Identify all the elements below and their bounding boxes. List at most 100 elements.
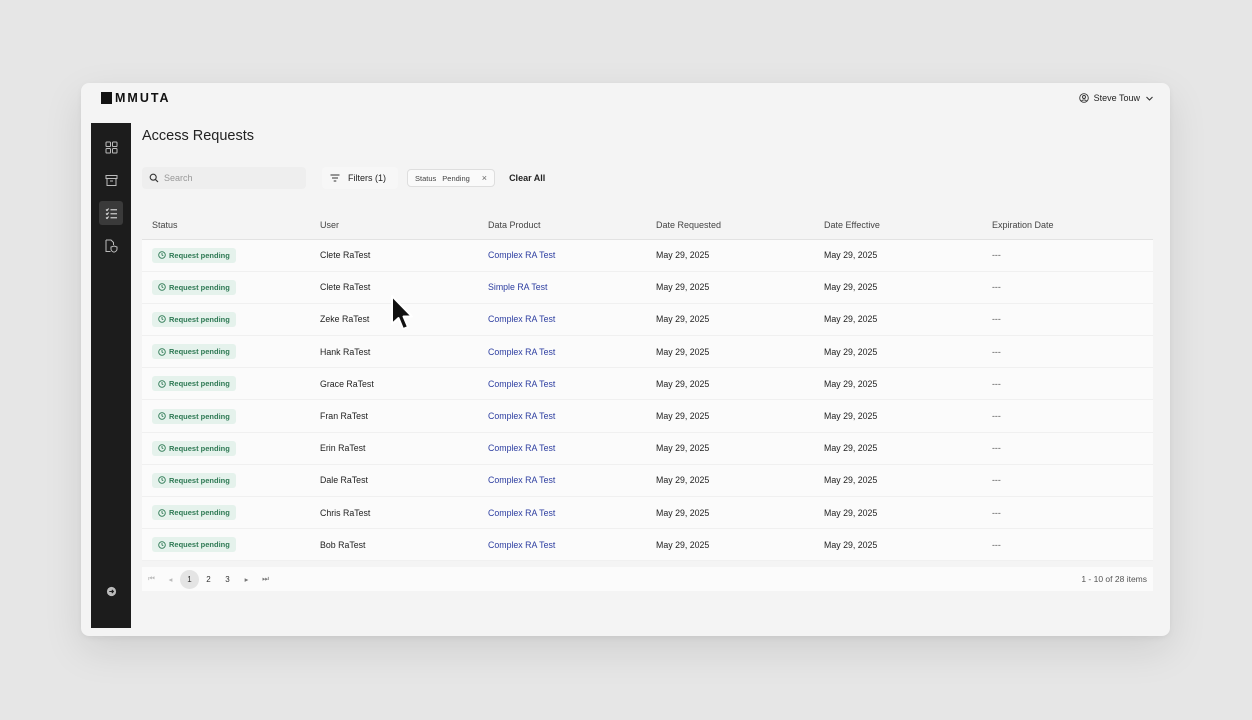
table-header-row: Status User Data Product Date Requested … [142,211,1153,240]
sidebar-item-policies[interactable] [99,234,123,258]
clear-all-button[interactable]: Clear All [509,173,545,183]
data-product-link[interactable]: Complex RA Test [488,314,555,324]
column-header-date-effective[interactable]: Date Effective [814,211,982,240]
status-badge-label: Request pending [169,314,230,324]
column-header-data-product[interactable]: Data Product [478,211,646,240]
checklist-icon [105,207,117,219]
data-product-link[interactable]: Complex RA Test [488,411,555,421]
user-menu[interactable]: Steve Touw [1078,93,1154,103]
expiration-date-cell: --- [982,303,1153,337]
prev-page-button[interactable]: ◂ [161,575,180,584]
table-row[interactable]: Request pending Zeke RaTest Complex RA Tes… [142,303,1153,337]
status-badge: Request pending [152,537,236,553]
status-badge-label: Request pending [169,250,230,260]
expiration-date-cell: --- [982,432,1153,465]
sidebar [91,123,131,628]
table-row[interactable]: Request pending Bob RaTest Complex RA Test… [142,528,1153,562]
status-cell: Request pending [142,528,310,562]
search-input[interactable] [164,173,294,183]
data-product-link[interactable]: Complex RA Test [488,379,555,389]
status-badge-label: Request pending [169,443,230,453]
page-3-button[interactable]: 3 [218,570,237,589]
chip-remove-icon[interactable]: × [482,173,487,183]
date-effective-cell: May 29, 2025 [814,464,982,498]
table-row[interactable]: Request pending Chris RaTest Complex RA Te… [142,496,1153,530]
table-row[interactable]: Request pending Dale RaTest Complex RA Tes… [142,464,1153,498]
status-cell: Request pending [142,303,310,337]
date-effective-cell: May 29, 2025 [814,239,982,272]
status-cell: Request pending [142,367,310,401]
date-requested-cell: May 29, 2025 [646,303,814,337]
user-cell: Clete RaTest [310,239,478,272]
data-product-link[interactable]: Simple RA Test [488,282,548,292]
clock-icon [158,315,166,324]
data-product-cell: Complex RA Test [478,239,646,272]
filters-button[interactable]: Filters (1) [322,167,398,189]
column-header-date-requested[interactable]: Date Requested [646,211,814,240]
page-1-button[interactable]: 1 [180,569,199,589]
data-product-link[interactable]: Complex RA Test [488,475,555,485]
immuta-logo[interactable]: MMUTA [101,91,171,105]
sidebar-item-archive[interactable] [99,168,123,192]
status-badge-label: Request pending [169,540,230,550]
status-badge: Request pending [152,408,236,424]
data-product-link[interactable]: Complex RA Test [488,443,555,453]
column-header-expiration-date[interactable]: Expiration Date [982,211,1153,240]
filter-toolbar: Filters (1) Status Pending × Clear All [142,166,545,190]
date-effective-cell: May 29, 2025 [814,528,982,562]
status-badge-label: Request pending [169,508,230,518]
next-page-button[interactable]: ▸ [237,575,256,584]
user-cell: Dale RaTest [310,464,478,498]
date-effective-cell: May 29, 2025 [814,399,982,433]
data-product-link[interactable]: Complex RA Test [488,508,555,518]
top-bar: MMUTA Steve Touw [81,83,1170,113]
sidebar-item-access-requests[interactable] [99,201,123,225]
data-product-link[interactable]: Complex RA Test [488,540,555,550]
user-cell: Hank RaTest [310,335,478,369]
date-requested-cell: May 29, 2025 [646,335,814,369]
page-2-button[interactable]: 2 [199,570,218,589]
table-row[interactable]: Request pending Erin RaTest Complex RA Tes… [142,432,1153,465]
user-circle-icon [1078,93,1089,103]
clock-icon [158,508,166,517]
data-product-cell: Simple RA Test [478,271,646,304]
data-product-link[interactable]: Complex RA Test [488,250,555,260]
sidebar-item-dashboard[interactable] [99,135,123,159]
status-badge: Request pending [152,247,236,263]
date-requested-cell: May 29, 2025 [646,399,814,433]
archive-icon [105,174,117,186]
sidebar-expand-button[interactable] [99,579,123,603]
search-box[interactable] [142,167,306,189]
date-requested-cell: May 29, 2025 [646,367,814,401]
data-product-link[interactable]: Complex RA Test [488,347,555,357]
logo-text: MMUTA [115,91,171,105]
filters-label: Filters (1) [348,173,386,183]
date-requested-cell: May 29, 2025 [646,239,814,272]
clock-icon [158,347,166,356]
date-requested-cell: May 29, 2025 [646,271,814,304]
clock-icon [158,412,166,420]
data-product-cell: Complex RA Test [478,432,646,465]
status-badge-label: Request pending [169,411,230,421]
last-page-button[interactable]: ⏭ [256,574,275,584]
expiration-date-cell: --- [982,271,1153,304]
search-icon [149,173,159,183]
table-row[interactable]: Request pending Grace RaTest Complex RA Te… [142,367,1153,401]
table-row[interactable]: Request pending Hank RaTest Complex RA Tes… [142,335,1153,369]
column-header-user[interactable]: User [310,211,478,240]
date-effective-cell: May 29, 2025 [814,303,982,337]
column-header-status[interactable]: Status [142,211,310,240]
first-page-button[interactable]: ⏮ [142,574,161,584]
expiration-date-cell: --- [982,239,1153,272]
document-shield-icon [105,239,118,253]
data-product-cell: Complex RA Test [478,528,646,562]
user-cell: Bob RaTest [310,528,478,562]
user-cell: Grace RaTest [310,367,478,401]
table-row[interactable]: Request pending Fran RaTest Complex RA Tes… [142,399,1153,433]
table-row[interactable]: Request pending Clete RaTest Simple RA Tes… [142,271,1153,304]
table-row[interactable]: Request pending Clete RaTest Complex RA Te… [142,239,1153,272]
chip-value: Pending [442,173,470,183]
status-badge-label: Request pending [169,282,230,292]
app-window: MMUTA Steve Touw Access Requests Search … [81,83,1170,636]
pagination: ⏮ ◂ 1 2 3 ▸ ⏭ 1 - 10 of 28 items [142,567,1153,591]
